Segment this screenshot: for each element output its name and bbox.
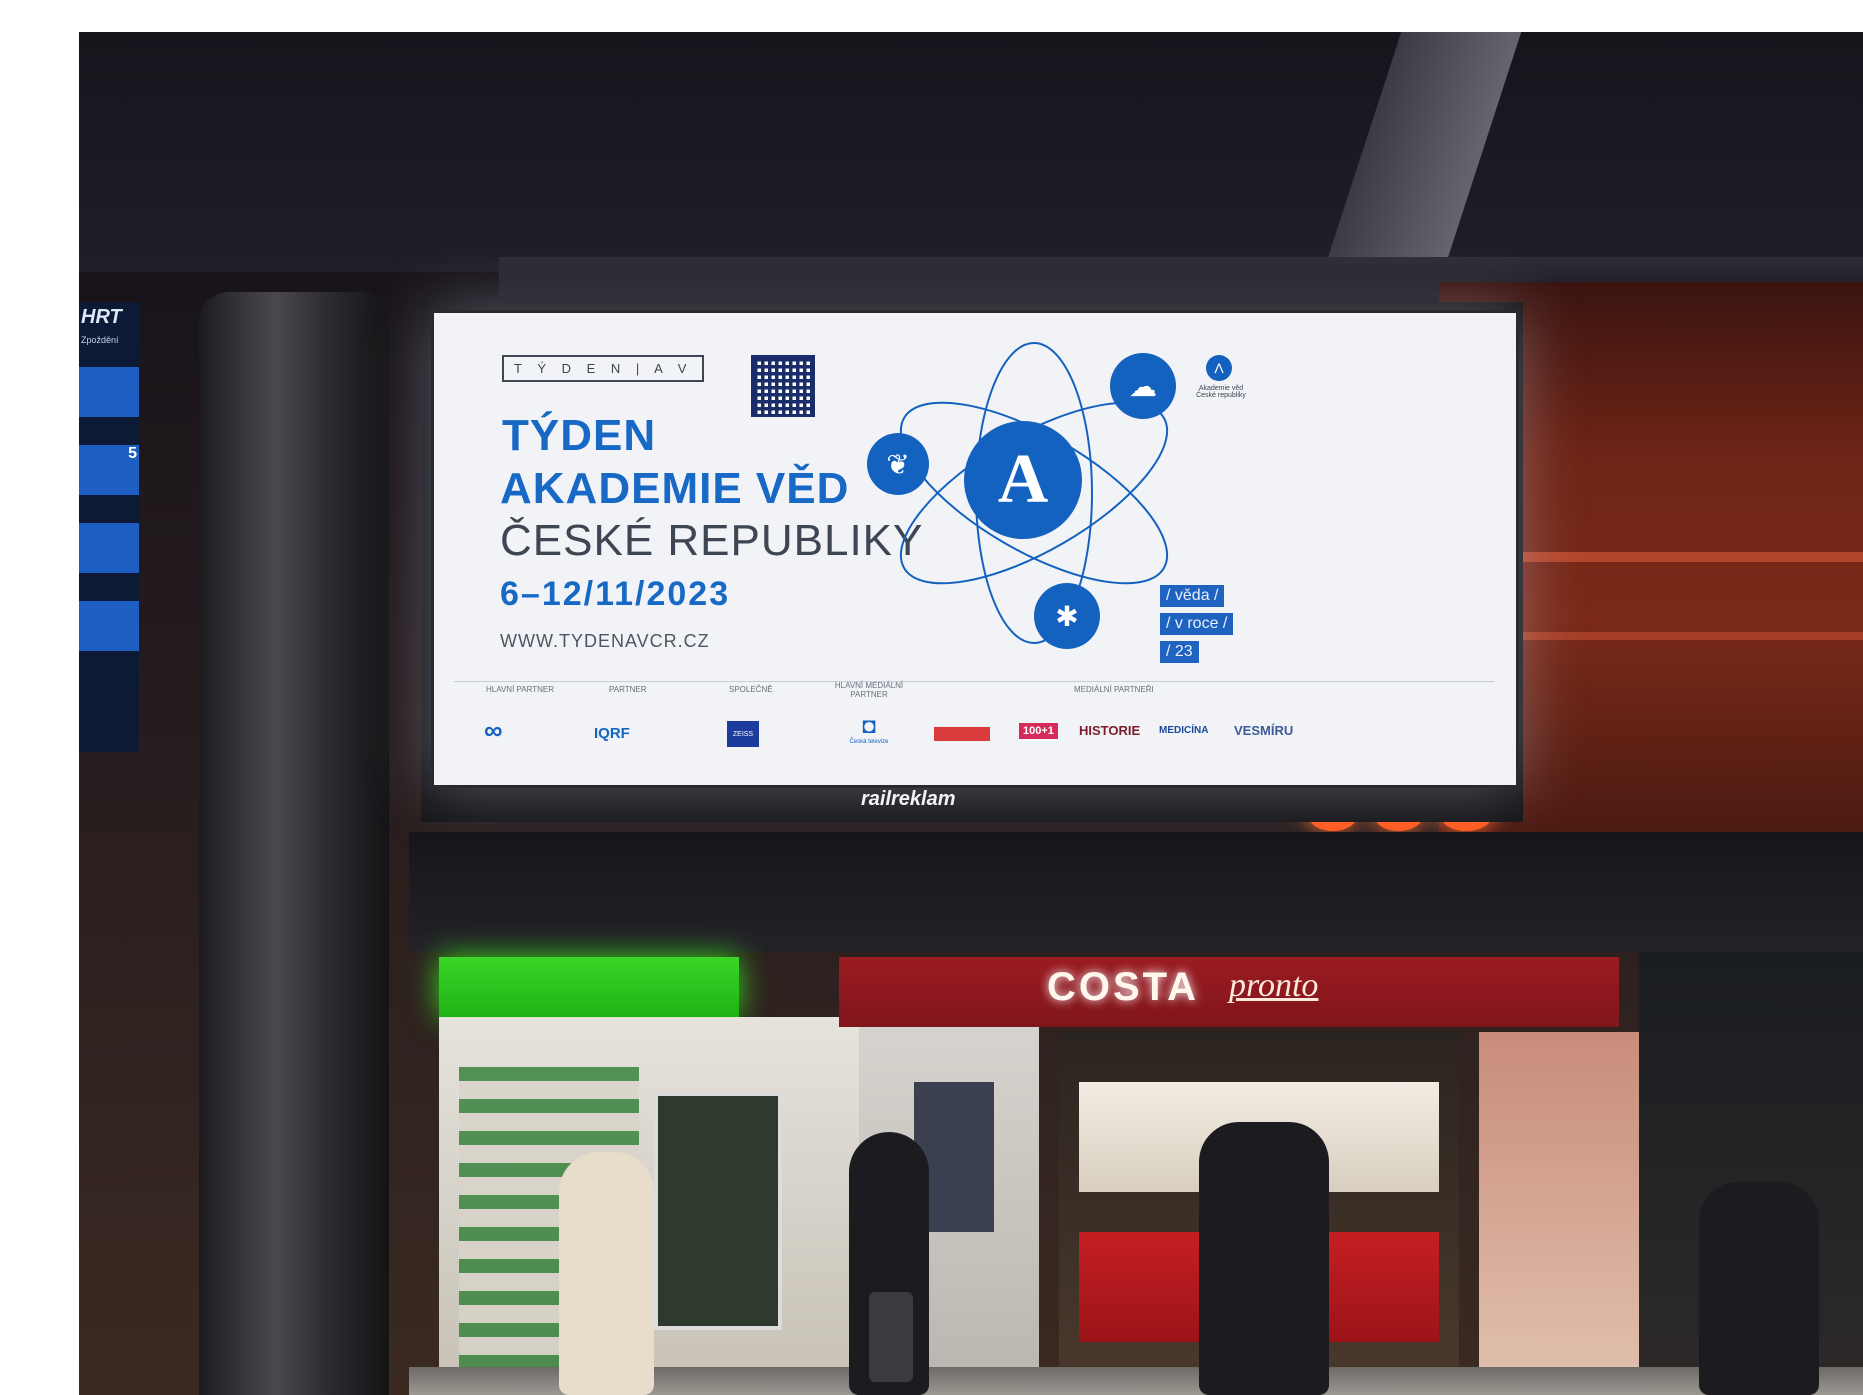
partner-heading: HLAVNÍ PARTNER — [486, 685, 555, 694]
event-dates: 6–12/11/2023 — [500, 575, 731, 613]
event-url: WWW.TYDENAVCR.CZ — [500, 631, 710, 651]
media-partner-logo — [934, 727, 990, 741]
departure-board-header: HRT — [81, 306, 122, 328]
partner-logo-ct: ◘ Česká televize — [834, 713, 904, 745]
green-store-sign — [439, 957, 739, 1017]
title-line-1: TÝDEN — [502, 411, 657, 460]
academy-letter: A — [997, 441, 1049, 518]
partner-heading: SPOLEČNĚ — [729, 685, 773, 694]
departure-board-delay-label: Zpoždění — [81, 335, 119, 345]
tag-veda: / věda / — [1160, 585, 1225, 607]
partner-logo-medicina: MEDICÍNA — [1159, 725, 1209, 736]
suitcase — [869, 1292, 913, 1382]
partners-divider — [454, 681, 1494, 682]
person-woman — [559, 1152, 654, 1395]
ceiling — [79, 32, 1863, 272]
upper-storefront-band — [409, 832, 1863, 952]
partner-heading: PARTNER — [609, 685, 647, 694]
molecule-icon: ✱ — [1034, 583, 1100, 649]
photo-frame: eco HRT Zpoždění 5 T Ý D E N | A V TÝDEN… — [0, 0, 1863, 1395]
partner-logo-zeiss: ZEISS — [727, 721, 759, 747]
academy-name-line-2: České republiky — [1196, 392, 1246, 399]
departure-row — [79, 367, 139, 417]
departure-row: 5 — [79, 445, 139, 495]
shop-poster — [654, 1092, 782, 1330]
partner-logo-iqrf: IQRF — [594, 725, 630, 742]
partner-logo-100plus1: 100+1 — [1019, 723, 1058, 739]
tyden-av-logo: T Ý D E N | A V — [502, 355, 705, 382]
person-right — [1699, 1182, 1819, 1395]
academy-name-line-1: Akademie věd — [1198, 385, 1244, 392]
costa-logo: COSTA — [1047, 965, 1200, 1009]
zeiss-text: ZEISS — [732, 730, 754, 738]
station-photo: eco HRT Zpoždění 5 T Ý D E N | A V TÝDEN… — [79, 32, 1863, 1395]
tag-v-roce: / v roce / — [1160, 613, 1234, 635]
costa-side-display — [1479, 1032, 1639, 1395]
departure-number: 5 — [128, 445, 137, 462]
brain-icon: ☁ — [1110, 353, 1176, 419]
costa-pronto-logo: pronto — [1229, 967, 1319, 1004]
billboard-screen: T Ý D E N | A V TÝDEN AKADEMIE VĚD ČESKÉ… — [431, 310, 1519, 788]
railreklam-label: railreklam — [861, 788, 956, 810]
ct-icon: ◘ — [862, 713, 876, 738]
departure-board: HRT Zpoždění 5 — [79, 302, 139, 752]
academy-center-logo: A — [964, 421, 1082, 539]
tag-23: / 23 — [1160, 641, 1199, 663]
academy-name: Akademie věd České republiky — [1186, 385, 1256, 399]
partner-logo-vesmir: VESMÍRU — [1234, 723, 1294, 738]
departure-row — [79, 601, 139, 651]
ct-text: Česká televize — [849, 739, 889, 745]
vop-logo: ∞ — [484, 715, 503, 745]
partner-heading: MEDIÁLNÍ PARTNEŘI — [1074, 685, 1154, 694]
qr-code — [751, 355, 815, 417]
partner-heading: HLAVNÍ MEDIÁLNÍ PARTNER — [834, 681, 904, 699]
academy-small-logo: Λ — [1206, 355, 1232, 381]
departure-row — [79, 523, 139, 573]
person-with-backpack — [1199, 1122, 1329, 1395]
title-line-2: AKADEMIE VĚD — [500, 464, 850, 513]
station-pillar — [199, 292, 389, 1395]
partner-logo-historie: HISTORIE — [1079, 723, 1141, 738]
leaf-icon: ❦ — [867, 433, 929, 495]
